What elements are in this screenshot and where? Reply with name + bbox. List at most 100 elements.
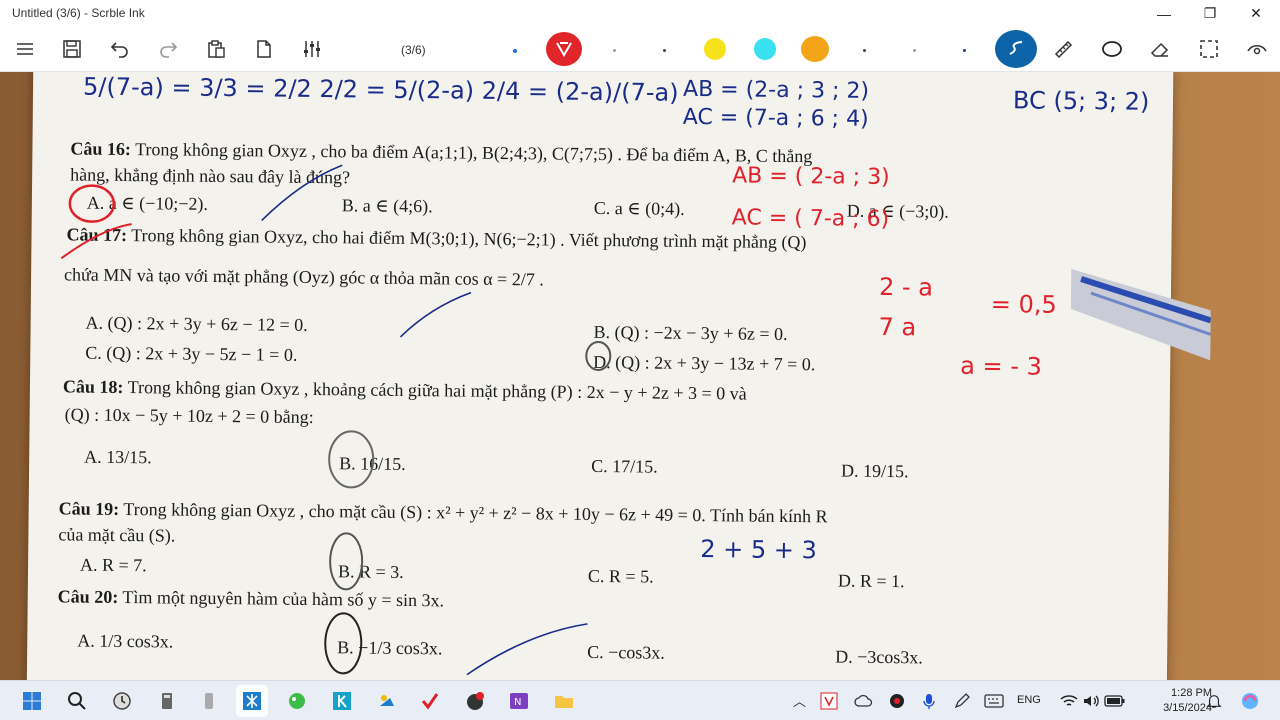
record-tray-icon[interactable] [885, 685, 909, 717]
q17-option-c: C. (Q) : 2x + 3y − 5z − 1 = 0. [85, 342, 298, 365]
document-canvas[interactable]: 5/(7-a) = 3/3 = 2/2 2/2 = 5/(2-a) 2/4 = … [0, 72, 1280, 680]
menu-icon[interactable] [9, 33, 41, 65]
handwritten-red-ac: AC = ( 7-a ; 6) [731, 205, 890, 233]
eraser-icon[interactable] [1144, 33, 1176, 65]
file-explorer-icon[interactable] [548, 685, 580, 717]
settings-sliders-icon[interactable] [296, 33, 328, 65]
ruler-icon[interactable] [1047, 33, 1079, 65]
redo-icon[interactable] [152, 33, 184, 65]
handwritten-bc: BC (5; 3; 2) [1012, 86, 1150, 116]
worksheet-paper: 5/(7-a) = 3/3 = 2/2 2/2 = 5/(2-a) 2/4 = … [26, 72, 1212, 680]
q16-option-b: B. a ∈ (4;6). [341, 195, 433, 217]
wifi-icon[interactable] [1057, 685, 1081, 717]
q20-option-a: A. 1/3 cos3x. [77, 630, 174, 652]
q19-text: Câu 19: Trong không gian Oxyz , cho mặt … [58, 498, 828, 527]
red-pen-button[interactable] [545, 31, 583, 67]
q19-option-b: B. R = 3. [337, 561, 404, 582]
new-page-icon[interactable] [248, 33, 280, 65]
shape-circle-icon[interactable] [1096, 33, 1128, 65]
pen-dot-5[interactable] [963, 49, 966, 52]
close-button[interactable]: ✕ [1233, 0, 1279, 27]
device-app-icon[interactable] [193, 685, 225, 717]
notification-bell-icon[interactable] [1203, 685, 1225, 717]
q19-option-c: C. R = 5. [587, 565, 654, 587]
q20-option-d: D. −3cos3x. [835, 646, 923, 668]
pencil-photo [1070, 268, 1212, 361]
orange-pen[interactable] [801, 36, 829, 62]
language-indicator[interactable]: ENG [1017, 694, 1041, 706]
pen-dot-4[interactable] [913, 49, 916, 52]
pen-blue-dot[interactable] [513, 49, 517, 53]
scrble-ink-taskbar-icon[interactable] [236, 685, 268, 717]
volume-icon[interactable] [1080, 685, 1104, 717]
q18-text2: (Q) : 10x − 5y + 10z + 2 = 0 bằng: [64, 404, 314, 428]
handwritten-ac: AC = (7-a ; 6 ; 4) [682, 104, 869, 132]
taskbar: N ︿ ENG 1:28 PM 3/15/2024 [0, 680, 1280, 720]
q18-text: Câu 18: Trong không gian Oxyz , khoảng c… [62, 376, 747, 404]
pen-tray-icon[interactable] [950, 685, 974, 717]
handwritten-red-result: a = - 3 [960, 351, 1042, 381]
page-counter: (3/6) [401, 43, 426, 57]
q17-option-d: D. (Q) : 2x + 3y − 13z + 7 = 0. [593, 351, 816, 375]
view-eye-icon[interactable] [1241, 33, 1273, 65]
minimize-button[interactable]: — [1141, 0, 1187, 27]
calculator-icon[interactable] [151, 685, 183, 717]
q19-text2: của mặt cầu (S). [58, 524, 176, 546]
q20-option-b: B. −1/3 cos3x. [337, 637, 443, 659]
checkmark-app-icon[interactable] [414, 685, 446, 717]
copilot-icon[interactable] [1234, 685, 1266, 717]
yellow-pen[interactable] [704, 38, 726, 60]
maximize-button[interactable]: ❐ [1187, 0, 1233, 27]
pen-dot-2[interactable] [663, 49, 666, 52]
k-app-icon[interactable] [326, 685, 358, 717]
pen-tool-icon[interactable] [995, 30, 1037, 68]
chevron-up-icon[interactable]: ︿ [793, 691, 806, 710]
q16-option-c: C. a ∈ (0;4). [593, 197, 685, 219]
q20-text: Câu 20: Tìm một nguyên hàm của hàm số y … [57, 586, 445, 611]
keyboard-icon[interactable] [982, 685, 1006, 717]
clipboard-icon[interactable] [200, 33, 232, 65]
battery-icon[interactable] [1103, 685, 1127, 717]
q18-option-d: D. 19/15. [841, 460, 909, 482]
handwritten-red-frac-num: 2 - a [878, 272, 934, 302]
q17-option-a: A. (Q) : 2x + 3y + 6z − 12 = 0. [85, 312, 308, 335]
microphone-icon[interactable] [917, 685, 941, 717]
q16-text2: hàng, khẳng định nào sau đây là đúng? [70, 164, 351, 188]
q16-option-a: A. a ∈ (−10;−2). [86, 192, 209, 214]
q18-option-a: A. 13/15. [84, 446, 152, 468]
onenote-icon[interactable]: N [503, 685, 535, 717]
q19-option-d: D. R = 1. [837, 570, 905, 592]
cyan-pen[interactable] [754, 38, 776, 60]
q18-option-c: C. 17/15. [591, 455, 658, 477]
save-icon[interactable] [56, 33, 88, 65]
weather-app-icon[interactable] [371, 685, 403, 717]
q16-text: Câu 16: Trong không gian Oxyz , cho ba đ… [70, 138, 813, 167]
handwritten-fractions: 5/(7-a) = 3/3 = 2/2 2/2 = 5/(2-a) 2/4 = … [82, 72, 679, 107]
handwritten-red-ab: AB = ( 2-a ; 3) [732, 163, 890, 191]
svg-text:N: N [514, 697, 521, 708]
select-icon[interactable] [1193, 33, 1225, 65]
handwritten-sum: 2 + 5 + 3 [700, 535, 817, 565]
search-icon[interactable] [61, 685, 93, 717]
paint-app-icon[interactable] [281, 685, 313, 717]
record-app-icon[interactable] [459, 685, 491, 717]
pen-dot-1[interactable] [613, 49, 616, 52]
title-bar: Untitled (3/6) - Scrble Ink — ❐ ✕ [0, 0, 1280, 27]
handwritten-ab: AB = (2-a ; 3 ; 2) [682, 76, 870, 104]
pen-dot-3[interactable] [863, 49, 866, 52]
window-title: Untitled (3/6) - Scrble Ink [12, 6, 145, 20]
q18-option-b: B. 16/15. [339, 453, 406, 474]
q17-text: Câu 17: Trong không gian Oxyz, cho hai đ… [66, 224, 807, 253]
handwritten-red-frac-den: 7 a [878, 312, 917, 342]
q17-text2: chứa MN và tạo với mặt phẳng (Oyz) góc α… [64, 264, 544, 290]
q19-option-a: A. R = 7. [79, 554, 147, 576]
start-windows-icon[interactable] [16, 685, 48, 717]
q20-option-c: C. −cos3x. [587, 641, 665, 663]
undo-icon[interactable] [104, 33, 136, 65]
q17-option-b: B. (Q) : −2x − 3y + 6z = 0. [593, 321, 788, 344]
v-app-tray-icon[interactable] [818, 685, 840, 717]
handwritten-red-eq: = 0,5 [990, 290, 1057, 319]
cloud-icon[interactable] [852, 685, 876, 717]
toolbar: (3/6) [0, 27, 1280, 72]
clock-app-icon[interactable] [106, 685, 138, 717]
